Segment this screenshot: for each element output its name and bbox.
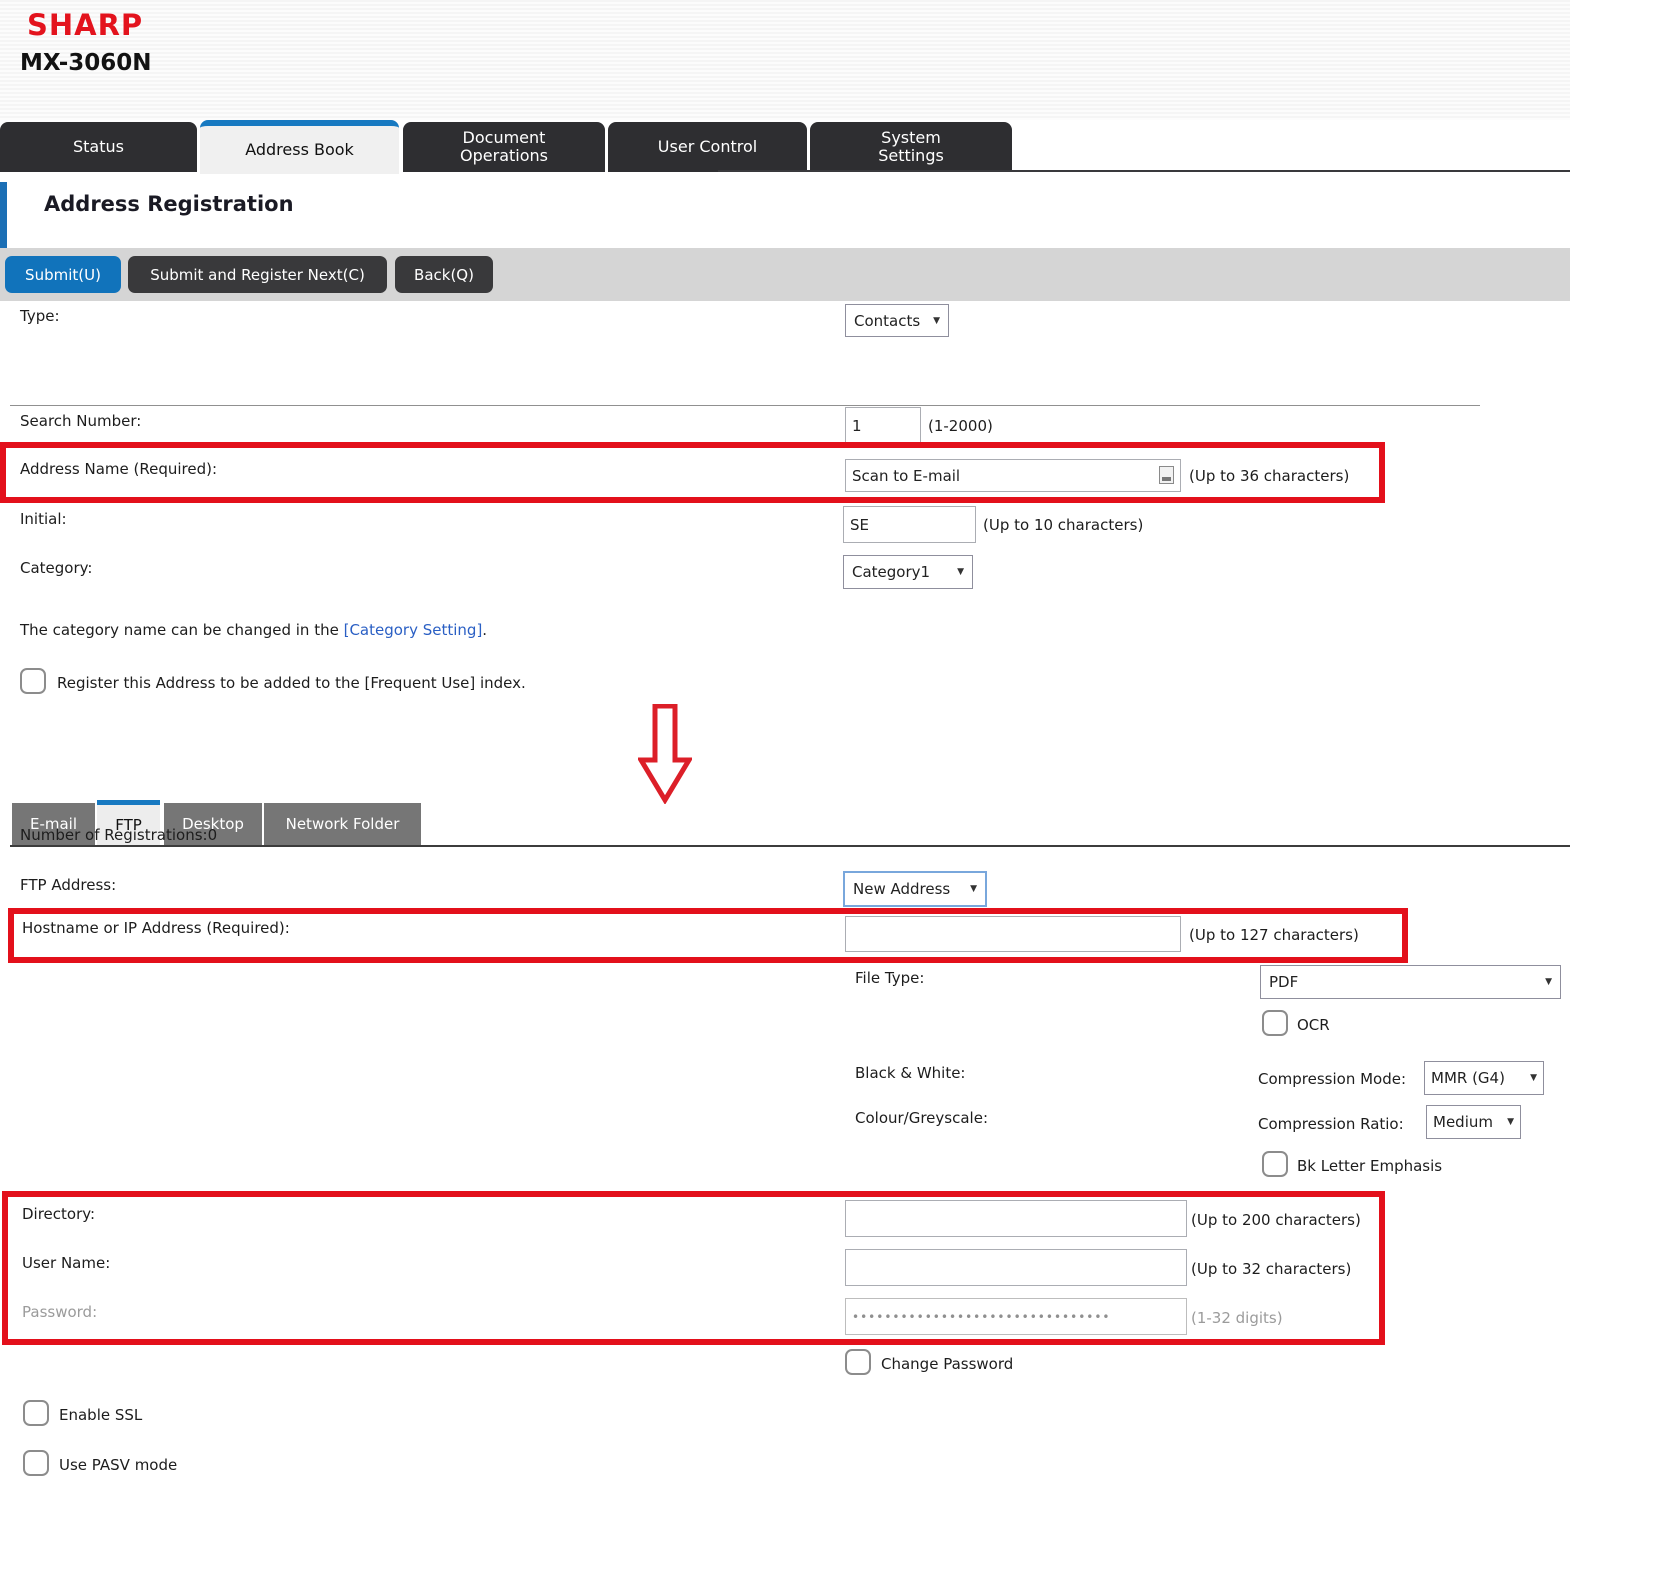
subtab-underline — [10, 845, 1570, 847]
category-label: Category: — [20, 559, 92, 577]
change-password-checkbox[interactable] — [845, 1349, 871, 1375]
type-label: Type: — [20, 307, 60, 325]
hostname-input[interactable] — [845, 916, 1181, 952]
tab-user-control[interactable]: User Control — [608, 122, 807, 172]
compression-ratio-value: Medium — [1433, 1113, 1493, 1131]
title-accent-bar — [0, 182, 7, 248]
ocr-label: OCR — [1297, 1016, 1330, 1034]
frequent-use-label: Register this Address to be added to the… — [57, 674, 526, 692]
page-title: Address Registration — [44, 192, 294, 216]
black-white-label: Black & White: — [855, 1064, 966, 1082]
password-label: Password: — [22, 1303, 97, 1321]
tab-address-book[interactable]: Address Book — [200, 120, 399, 174]
main-tab-bar: Status Address Book Document Operations … — [0, 120, 1570, 172]
address-registration-page: SHARP MX-3060N Status Address Book Docum… — [0, 0, 1660, 1577]
search-number-label: Search Number: — [20, 412, 141, 430]
category-note-suffix: . — [482, 621, 487, 639]
sharp-logo: SHARP — [27, 8, 143, 42]
chevron-down-icon: ▼ — [962, 884, 977, 894]
back-button[interactable]: Back(Q) — [395, 256, 493, 293]
category-select[interactable]: Category1 ▼ — [843, 555, 973, 589]
ftp-address-label: FTP Address: — [20, 876, 116, 894]
compression-mode-label: Compression Mode: — [1258, 1070, 1406, 1088]
input-assist-icon[interactable] — [1159, 466, 1174, 484]
frequent-use-checkbox[interactable] — [20, 668, 46, 694]
bk-letter-emphasis-checkbox[interactable] — [1262, 1151, 1288, 1177]
directory-hint: (Up to 200 characters) — [1191, 1211, 1361, 1229]
red-down-arrow-annotation — [638, 704, 692, 804]
chevron-down-icon: ▼ — [1537, 977, 1552, 987]
initial-input[interactable] — [843, 506, 976, 543]
search-number-input[interactable] — [845, 407, 921, 444]
bk-letter-emphasis-label: Bk Letter Emphasis — [1297, 1157, 1442, 1175]
tab-status[interactable]: Status — [0, 122, 197, 172]
change-password-label: Change Password — [881, 1355, 1013, 1373]
compression-mode-select[interactable]: MMR (G4) ▼ — [1424, 1061, 1544, 1095]
category-select-value: Category1 — [852, 563, 930, 581]
tab-system-settings[interactable]: System Settings — [810, 122, 1012, 172]
initial-hint: (Up to 10 characters) — [983, 516, 1143, 534]
category-setting-link[interactable]: [Category Setting] — [344, 621, 483, 639]
type-select-value: Contacts — [854, 312, 920, 330]
chevron-down-icon: ▼ — [925, 316, 940, 326]
username-label: User Name: — [22, 1254, 110, 1272]
submit-button[interactable]: Submit(U) — [5, 256, 121, 293]
registrations-count-label: Number of Registrations:0 — [20, 826, 217, 844]
ftp-address-select[interactable]: New Address ▼ — [843, 871, 987, 907]
ocr-checkbox[interactable] — [1262, 1010, 1288, 1036]
chevron-down-icon: ▼ — [1499, 1117, 1514, 1127]
address-name-label: Address Name (Required): — [20, 460, 217, 478]
submit-and-register-next-button[interactable]: Submit and Register Next(C) — [128, 256, 387, 293]
address-name-hint: (Up to 36 characters) — [1189, 467, 1349, 485]
hostname-label: Hostname or IP Address (Required): — [22, 919, 290, 937]
file-type-select[interactable]: PDF ▼ — [1260, 965, 1561, 999]
tab-underline — [718, 170, 1570, 172]
directory-label: Directory: — [22, 1205, 95, 1223]
username-input[interactable] — [845, 1249, 1187, 1286]
initial-label: Initial: — [20, 510, 67, 528]
category-note-prefix: The category name can be changed in the — [20, 621, 344, 639]
use-pasv-checkbox[interactable] — [23, 1450, 49, 1476]
section-divider — [10, 405, 1480, 406]
hostname-hint: (Up to 127 characters) — [1189, 926, 1359, 944]
type-select[interactable]: Contacts ▼ — [845, 304, 949, 337]
address-name-input[interactable] — [845, 459, 1181, 492]
chevron-down-icon: ▼ — [949, 567, 964, 577]
enable-ssl-checkbox[interactable] — [23, 1400, 49, 1426]
compression-ratio-label: Compression Ratio: — [1258, 1115, 1404, 1133]
device-model: MX-3060N — [20, 50, 152, 76]
search-number-hint: (1-2000) — [928, 417, 993, 435]
ftp-address-select-value: New Address — [853, 880, 950, 898]
chevron-down-icon: ▼ — [1522, 1073, 1537, 1083]
file-type-label: File Type: — [855, 969, 924, 987]
file-type-select-value: PDF — [1269, 973, 1298, 991]
action-toolbar: Submit(U) Submit and Register Next(C) Ba… — [0, 248, 1570, 301]
header — [0, 0, 1570, 120]
subtab-network-folder[interactable]: Network Folder — [264, 803, 421, 845]
password-hint: (1-32 digits) — [1191, 1309, 1283, 1327]
colour-greyscale-label: Colour/Greyscale: — [855, 1109, 988, 1127]
use-pasv-label: Use PASV mode — [59, 1456, 177, 1474]
directory-input[interactable] — [845, 1200, 1187, 1237]
tab-document-operations[interactable]: Document Operations — [403, 122, 605, 172]
enable-ssl-label: Enable SSL — [59, 1406, 142, 1424]
username-hint: (Up to 32 characters) — [1191, 1260, 1351, 1278]
category-note: The category name can be changed in the … — [20, 621, 487, 639]
password-input — [845, 1298, 1187, 1335]
compression-mode-value: MMR (G4) — [1431, 1069, 1505, 1087]
compression-ratio-select[interactable]: Medium ▼ — [1426, 1105, 1521, 1139]
